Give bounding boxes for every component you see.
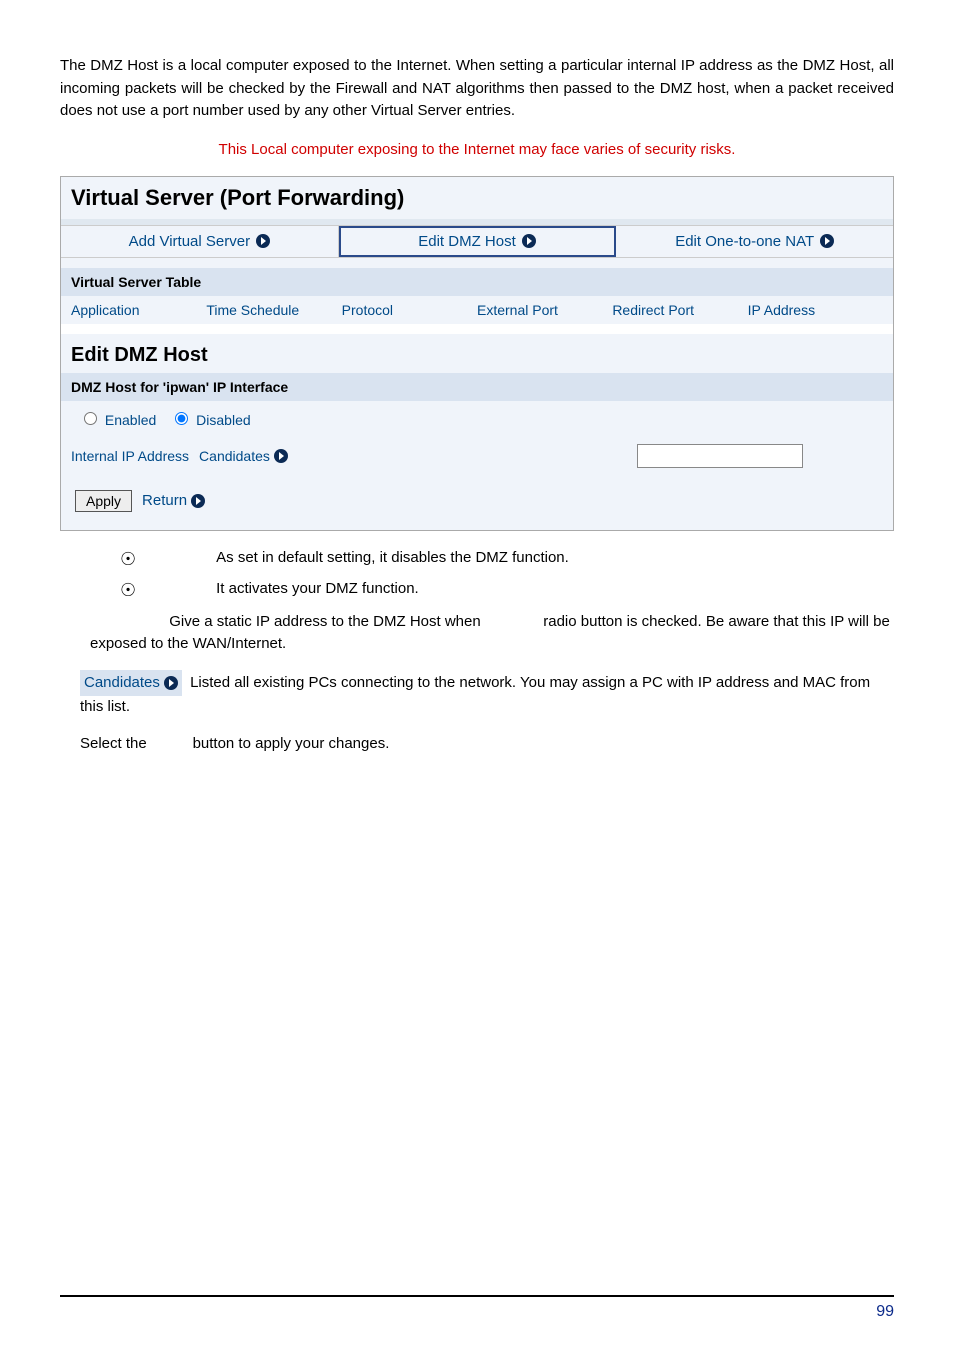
intro-paragraph: The DMZ Host is a local computer exposed… [60, 55, 894, 123]
col-ip-address: IP Address [748, 302, 883, 318]
page-number: 99 [876, 1303, 894, 1320]
virtual-server-table-heading: Virtual Server Table [61, 268, 893, 296]
dmz-interface-label: DMZ Host for 'ipwan' IP Interface [61, 373, 893, 401]
internal-ip-label: Internal IP Address [71, 448, 189, 464]
candidates-label: Candidates [199, 448, 270, 464]
enable-disable-row: Enabled Disabled [61, 401, 893, 436]
edit-dmz-title: Edit DMZ Host [61, 334, 893, 373]
ip-note-prefix: Give a static IP address to the DMZ Host… [169, 613, 481, 630]
arrow-right-icon [820, 234, 834, 248]
select-note: Select the button to apply your changes. [80, 733, 894, 756]
col-time-schedule: Time Schedule [206, 302, 341, 318]
arrow-right-icon [256, 234, 270, 248]
radio-bullet-icon: ☉ [120, 580, 136, 601]
candidates-chip-label: Candidates [84, 672, 160, 695]
bullet-enabled-text: It activates your DMZ function. [216, 580, 419, 597]
tab-edit-one-to-one-nat[interactable]: Edit One-to-one NAT [616, 226, 893, 257]
tab-label: Add Virtual Server [129, 233, 250, 250]
arrow-right-icon [274, 449, 288, 463]
radio-bullet-icon: ☉ [120, 549, 136, 570]
col-redirect-port: Redirect Port [612, 302, 747, 318]
col-external-port: External Port [477, 302, 612, 318]
return-label: Return [142, 492, 187, 509]
tab-edit-dmz-host[interactable]: Edit DMZ Host [339, 226, 617, 257]
enabled-text: Enabled [105, 412, 156, 428]
arrow-right-icon [522, 234, 536, 248]
page-footer: 99 [60, 1295, 894, 1321]
disabled-text: Disabled [196, 412, 250, 428]
internal-ip-row: Internal IP Address Candidates [61, 436, 893, 476]
apply-button[interactable]: Apply [75, 490, 132, 512]
tab-label: Edit DMZ Host [418, 233, 516, 250]
arrow-right-icon [164, 676, 178, 690]
bullet-enabled: ☉ It activates your DMZ function. [120, 580, 894, 601]
candidates-note-text: Listed all existing PCs connecting to th… [80, 674, 870, 715]
internal-ip-input[interactable] [637, 444, 803, 468]
apply-row: Apply Return [61, 476, 893, 530]
disabled-radio-label[interactable]: Disabled [170, 409, 250, 428]
col-protocol: Protocol [342, 302, 477, 318]
candidates-chip[interactable]: Candidates [80, 670, 182, 697]
table-header-row: Application Time Schedule Protocol Exter… [61, 296, 893, 324]
select-prefix: Select the [80, 735, 147, 752]
enabled-radio-label[interactable]: Enabled [79, 409, 156, 428]
tab-label: Edit One-to-one NAT [675, 233, 814, 250]
virtual-server-panel: Virtual Server (Port Forwarding) Add Vir… [60, 176, 894, 531]
ip-note: Give a static IP address to the DMZ Host… [90, 611, 894, 656]
enabled-radio[interactable] [84, 412, 97, 425]
security-warning: This Local computer exposing to the Inte… [60, 141, 894, 158]
bullet-disabled-text: As set in default setting, it disables t… [216, 549, 569, 566]
panel-title: Virtual Server (Port Forwarding) [61, 177, 893, 225]
candidates-link[interactable]: Candidates [199, 448, 288, 464]
arrow-right-icon [191, 494, 205, 508]
return-link[interactable]: Return [142, 492, 205, 509]
tab-add-virtual-server[interactable]: Add Virtual Server [61, 226, 339, 257]
disabled-radio[interactable] [175, 412, 188, 425]
select-suffix: button to apply your changes. [193, 735, 390, 752]
bullet-disabled: ☉ As set in default setting, it disables… [120, 549, 894, 570]
tab-row: Add Virtual Server Edit DMZ Host Edit On… [61, 225, 893, 258]
col-application: Application [71, 302, 206, 318]
candidates-note: Candidates Listed all existing PCs conne… [80, 670, 894, 719]
